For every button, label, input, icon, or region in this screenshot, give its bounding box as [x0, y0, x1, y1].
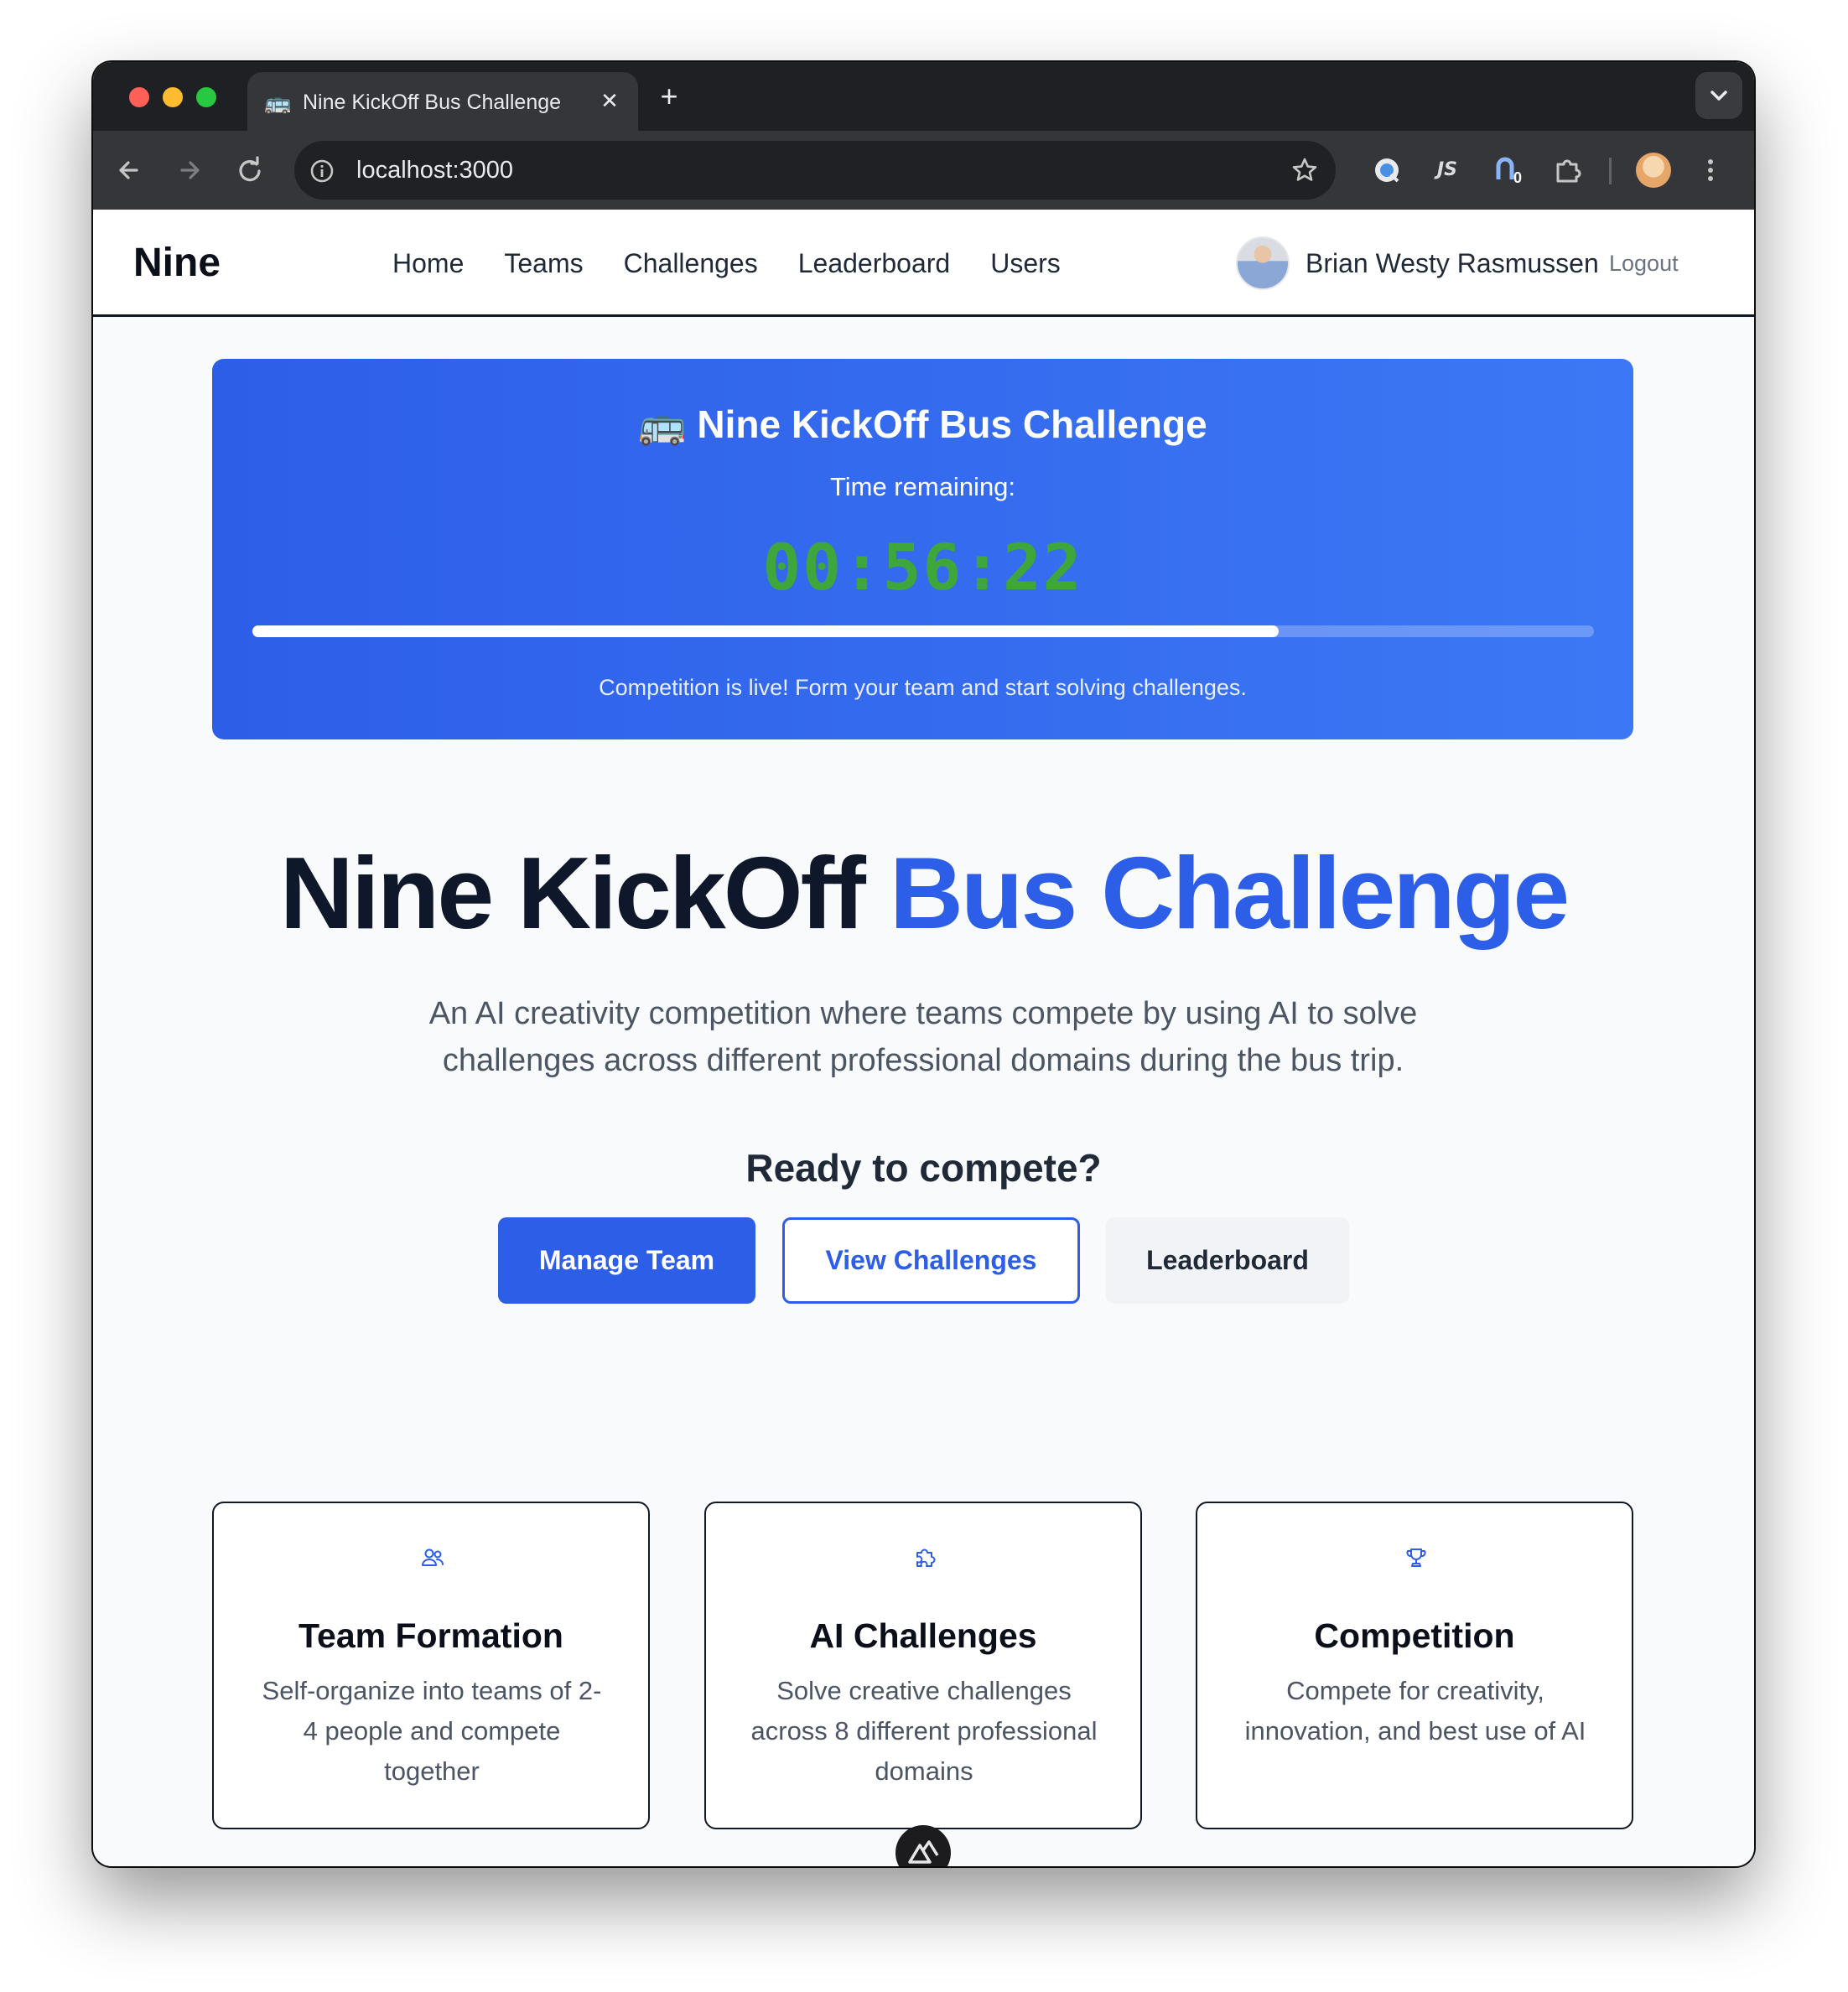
feature-card-team-formation: Team Formation Self-organize into teams … [212, 1502, 650, 1829]
cta-heading: Ready to compete? [745, 1146, 1102, 1190]
user-name: Brian Westy Rasmussen [1306, 248, 1599, 278]
site-info-icon[interactable] [309, 158, 335, 184]
countdown-progress-fill [252, 625, 1279, 637]
close-window-button[interactable] [129, 87, 149, 107]
users-icon [422, 1548, 444, 1566]
bus-icon: 🚌 [638, 402, 687, 446]
nav-teams[interactable]: Teams [504, 246, 583, 280]
main-nav: Home Teams Challenges Leaderboard Users [392, 246, 1101, 280]
puzzle-extensions-icon[interactable] [1550, 153, 1586, 188]
feature-title: Competition [1314, 1616, 1515, 1655]
leaderboard-button[interactable]: Leaderboard [1106, 1217, 1349, 1304]
toolbar-divider [1609, 158, 1612, 184]
feature-description: Self-organize into teams of 2-4 people a… [262, 1676, 602, 1786]
forward-arrow-icon [180, 161, 200, 179]
nuxt-logo-icon [908, 1840, 939, 1864]
countdown-card: 🚌 Nine KickOff Bus Challenge Time remain… [212, 359, 1633, 739]
sparkle-extension-icon[interactable] [1369, 153, 1404, 188]
new-tab-button[interactable]: + [653, 80, 685, 112]
puzzle-icon [916, 1548, 936, 1567]
kebab-menu-icon [1708, 159, 1713, 181]
countdown-timer: 00:56:22 [762, 530, 1083, 604]
feature-description: Compete for creativity, innovation, and … [1244, 1676, 1586, 1746]
feature-title: AI Challenges [809, 1616, 1037, 1655]
page-viewport: Nine Home Teams Challenges Leaderboard U… [93, 210, 1754, 1866]
reload-button[interactable] [232, 153, 267, 188]
countdown-progress-track [252, 625, 1594, 637]
competition-status-note: Competition is live! Form your team and … [599, 675, 1247, 700]
site-header: Nine Home Teams Challenges Leaderboard U… [93, 210, 1754, 317]
user-avatar[interactable] [1236, 236, 1290, 290]
tab-title: Nine KickOff Bus Challenge [303, 91, 562, 114]
trophy-icon [1406, 1548, 1426, 1567]
url-text[interactable]: localhost:3000 [356, 157, 513, 184]
browser-toolbar: localhost:3000 JS 0 [93, 131, 1754, 210]
nuxt-devtools-button[interactable] [895, 1825, 951, 1866]
logout-button[interactable]: Logout [1609, 248, 1679, 278]
bus-favicon-icon: 🚌 [264, 90, 292, 115]
feature-description: Solve creative challenges across 8 diffe… [750, 1676, 1098, 1786]
manage-team-button[interactable]: Manage Team [498, 1217, 755, 1304]
bookmark-star-icon[interactable] [1290, 156, 1319, 184]
countdown-title: 🚌 Nine KickOff Bus Challenge [212, 401, 1633, 448]
feature-card-ai-challenges: AI Challenges Solve creative challenges … [704, 1502, 1142, 1829]
countdown-title-text: Nine KickOff Bus Challenge [697, 402, 1207, 446]
browser-window: 🚌 Nine KickOff Bus Challenge ✕ + localho… [93, 62, 1754, 1866]
nav-users[interactable]: Users [990, 246, 1061, 280]
chevron-down-icon [1710, 91, 1727, 101]
brand-logo[interactable]: Nine [133, 240, 221, 287]
back-button[interactable] [112, 153, 147, 188]
countdown-subtitle: Time remaining: [829, 472, 1016, 501]
address-bar[interactable]: localhost:3000 [294, 141, 1336, 200]
profile-avatar-icon[interactable] [1636, 153, 1671, 188]
feature-card-competition: Competition Compete for creativity, inno… [1196, 1502, 1633, 1829]
nav-challenges[interactable]: Challenges [624, 246, 758, 280]
nav-home[interactable]: Home [392, 246, 464, 280]
js-extension-icon[interactable]: JS [1430, 153, 1465, 188]
forward-button[interactable] [172, 153, 207, 188]
view-challenges-button[interactable]: View Challenges [782, 1217, 1080, 1304]
back-arrow-icon [119, 161, 138, 179]
maximize-window-button[interactable] [196, 87, 216, 107]
page-title-accent: Bus Challenge [889, 836, 1570, 950]
browser-tab[interactable]: 🚌 Nine KickOff Bus Challenge ✕ [247, 72, 638, 132]
browser-menu-button[interactable] [1693, 153, 1728, 188]
page-lead: An AI creativity competition where teams… [428, 996, 1418, 1078]
reload-icon [239, 156, 261, 182]
feature-title: Team Formation [298, 1616, 563, 1655]
page-title: Nine KickOff Bus Challenge [93, 834, 1754, 952]
tab-close-icon[interactable]: ✕ [596, 87, 623, 114]
blue-extension-icon[interactable]: 0 [1490, 153, 1525, 188]
page-title-main: Nine KickOff [279, 836, 890, 950]
tab-strip: 🚌 Nine KickOff Bus Challenge ✕ + [93, 62, 1754, 132]
minimize-window-button[interactable] [163, 87, 183, 107]
nav-leaderboard[interactable]: Leaderboard [798, 246, 950, 280]
tab-search-button[interactable] [1695, 72, 1742, 119]
extension-badge: 0 [1513, 169, 1523, 186]
